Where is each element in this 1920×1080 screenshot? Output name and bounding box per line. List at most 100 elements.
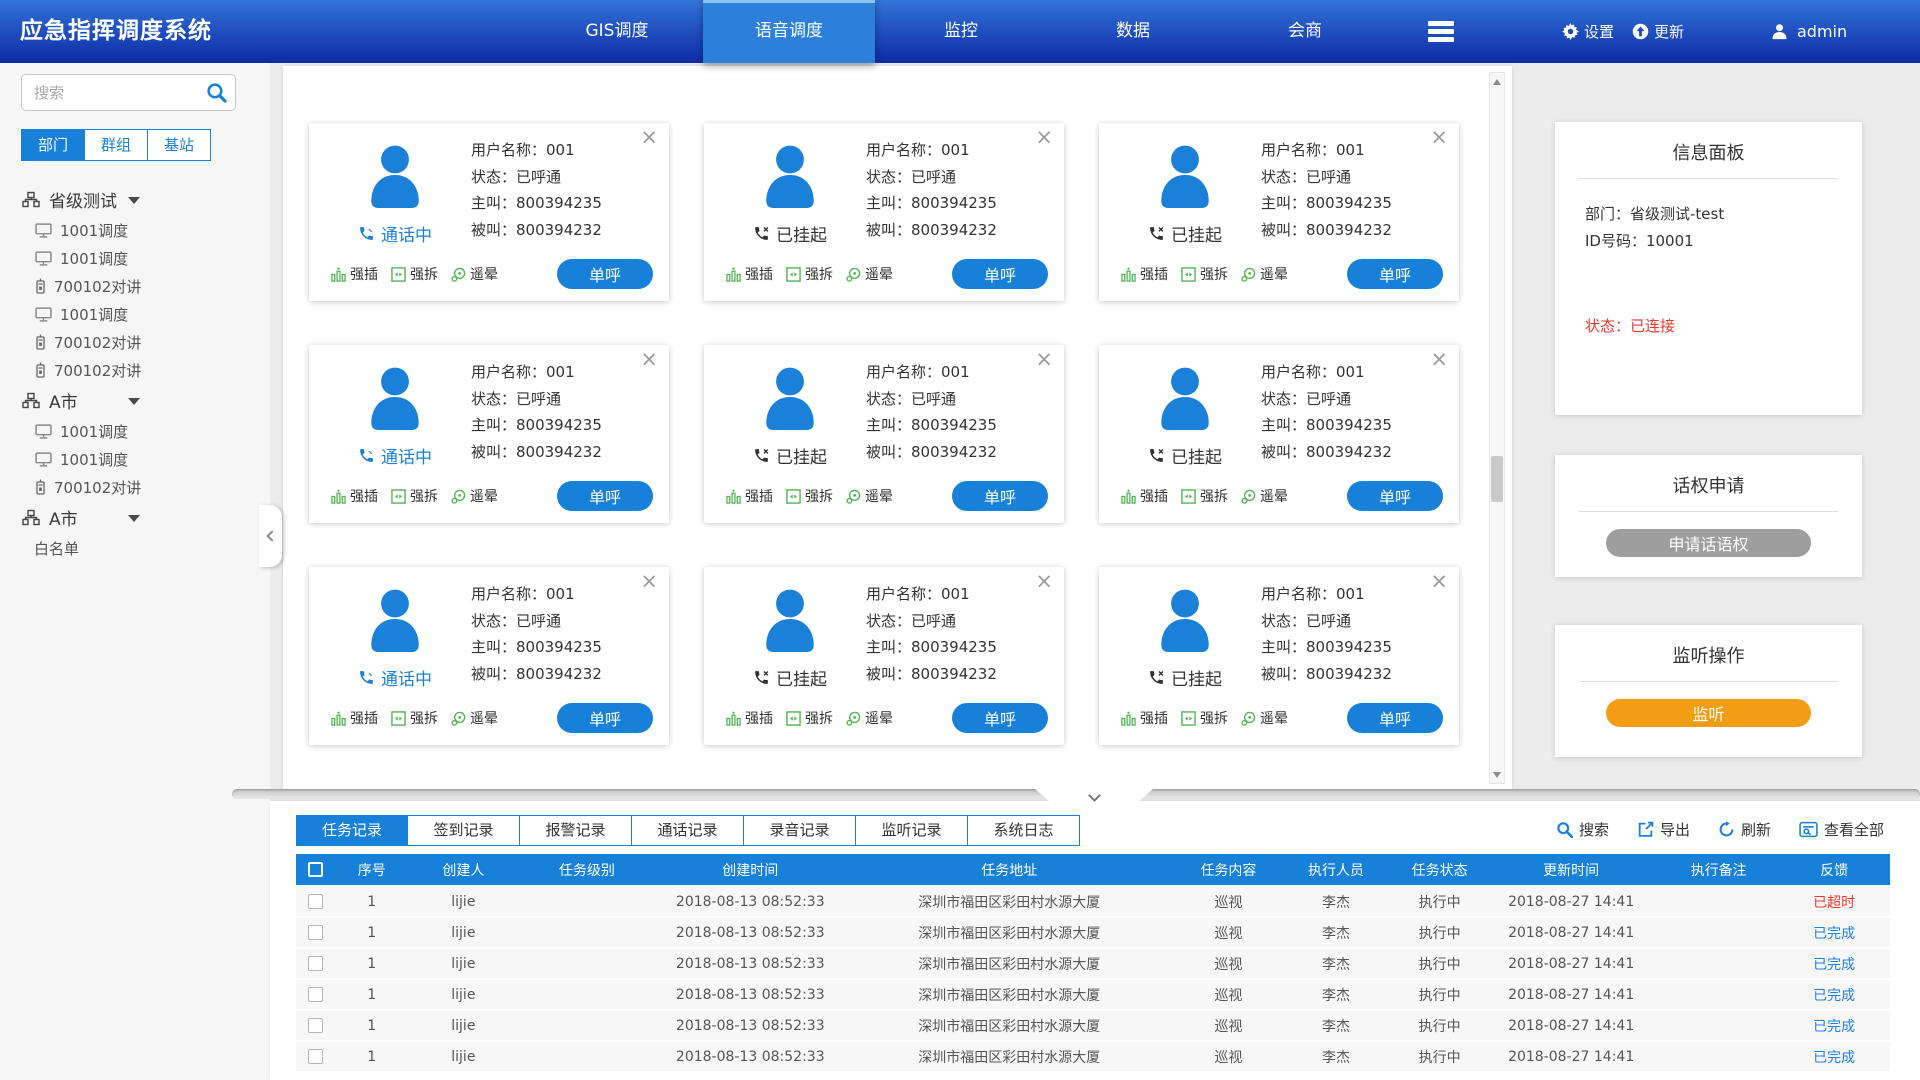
table-row[interactable]: 1 lijie 2018-08-13 08:52:33 深圳市福田区彩田村水源大… <box>296 1042 1890 1071</box>
force-release-button[interactable]: 强拆 <box>786 486 833 506</box>
force-insert-button[interactable]: 强插 <box>1121 708 1168 728</box>
tab-recording-records[interactable]: 录音记录 <box>744 815 856 846</box>
table-row[interactable]: 1 lijie 2018-08-13 08:52:33 深圳市福田区彩田村水源大… <box>296 980 1890 1009</box>
force-release-button[interactable]: 强拆 <box>1181 708 1228 728</box>
chevron-down-icon[interactable] <box>128 197 140 204</box>
nav-item-voice-dispatch[interactable]: 语音调度 <box>703 0 875 63</box>
row-checkbox[interactable] <box>308 1049 323 1064</box>
tree-item-dispatch[interactable]: 1001调度 <box>0 216 270 244</box>
vertical-scrollbar[interactable] <box>1489 72 1505 784</box>
remote-stun-button[interactable]: 遥晕 <box>1241 486 1288 506</box>
view-all-button[interactable]: 查看全部 <box>1799 819 1884 840</box>
tree-group-city-a[interactable]: A市 <box>0 384 270 417</box>
close-icon[interactable]: × <box>640 571 658 592</box>
remote-stun-button[interactable]: 遥晕 <box>451 708 498 728</box>
request-talk-right-button[interactable]: 申请话语权 <box>1606 529 1811 557</box>
tab-alarm-records[interactable]: 报警记录 <box>520 815 632 846</box>
remote-stun-button[interactable]: 遥晕 <box>846 486 893 506</box>
force-release-button[interactable]: 强拆 <box>786 264 833 284</box>
remote-stun-button[interactable]: 遥晕 <box>846 708 893 728</box>
single-call-button[interactable]: 单呼 <box>1347 259 1443 289</box>
tree-item-dispatch[interactable]: 1001调度 <box>0 445 270 473</box>
force-insert-button[interactable]: 强插 <box>331 708 378 728</box>
search-input[interactable] <box>21 74 236 111</box>
remote-stun-button[interactable]: 遥晕 <box>1241 264 1288 284</box>
close-icon[interactable]: × <box>1035 571 1053 592</box>
tab-group[interactable]: 群组 <box>84 130 147 160</box>
single-call-button[interactable]: 单呼 <box>952 259 1048 289</box>
chevron-down-icon[interactable] <box>128 515 140 522</box>
tab-call-records[interactable]: 通话记录 <box>632 815 744 846</box>
close-icon[interactable]: × <box>1430 571 1448 592</box>
scrollbar-thumb[interactable] <box>1491 456 1503 502</box>
single-call-button[interactable]: 单呼 <box>557 703 653 733</box>
remote-stun-button[interactable]: 遥晕 <box>1241 708 1288 728</box>
close-icon[interactable]: × <box>640 349 658 370</box>
table-row[interactable]: 1 lijie 2018-08-13 08:52:33 深圳市福田区彩田村水源大… <box>296 887 1890 916</box>
tab-checkin-records[interactable]: 签到记录 <box>408 815 520 846</box>
tree-group-city-a2[interactable]: A市 <box>0 501 270 534</box>
menu-icon[interactable] <box>1428 21 1454 42</box>
force-insert-button[interactable]: 强插 <box>331 486 378 506</box>
nav-item-gis[interactable]: GIS调度 <box>531 0 703 63</box>
update-button[interactable]: 更新 <box>1632 0 1684 63</box>
tab-monitor-records[interactable]: 监听记录 <box>856 815 968 846</box>
force-insert-button[interactable]: 强插 <box>726 264 773 284</box>
close-icon[interactable]: × <box>1430 127 1448 148</box>
select-all-checkbox[interactable] <box>308 862 323 877</box>
nav-item-data[interactable]: 数据 <box>1047 0 1219 63</box>
chevron-down-icon[interactable] <box>128 398 140 405</box>
force-insert-button[interactable]: 强插 <box>726 486 773 506</box>
scroll-up-button[interactable] <box>1490 74 1504 89</box>
force-release-button[interactable]: 强拆 <box>391 486 438 506</box>
row-checkbox[interactable] <box>308 987 323 1002</box>
tree-group-provincial[interactable]: 省级测试 <box>0 183 270 216</box>
force-insert-button[interactable]: 强插 <box>1121 486 1168 506</box>
force-release-button[interactable]: 强拆 <box>391 264 438 284</box>
force-release-button[interactable]: 强拆 <box>786 708 833 728</box>
table-row[interactable]: 1 lijie 2018-08-13 08:52:33 深圳市福田区彩田村水源大… <box>296 1011 1890 1040</box>
close-icon[interactable]: × <box>1035 349 1053 370</box>
tree-item-whitelist[interactable]: 白名单 <box>0 534 270 562</box>
close-icon[interactable]: × <box>1035 127 1053 148</box>
tab-task-records[interactable]: 任务记录 <box>296 815 408 846</box>
tree-item-dispatch[interactable]: 1001调度 <box>0 300 270 328</box>
force-insert-button[interactable]: 强插 <box>1121 264 1168 284</box>
settings-button[interactable]: 设置 <box>1562 0 1614 63</box>
tab-base-station[interactable]: 基站 <box>147 130 210 160</box>
single-call-button[interactable]: 单呼 <box>557 259 653 289</box>
search-records-button[interactable]: 搜索 <box>1556 819 1609 840</box>
force-insert-button[interactable]: 强插 <box>726 708 773 728</box>
tree-item-radio[interactable]: 700102对讲 <box>0 473 270 501</box>
tree-item-dispatch[interactable]: 1001调度 <box>0 244 270 272</box>
remote-stun-button[interactable]: 遥晕 <box>846 264 893 284</box>
sidebar-collapse-handle[interactable] <box>259 505 282 567</box>
single-call-button[interactable]: 单呼 <box>1347 481 1443 511</box>
table-row[interactable]: 1 lijie 2018-08-13 08:52:33 深圳市福田区彩田村水源大… <box>296 918 1890 947</box>
export-button[interactable]: 导出 <box>1637 819 1690 840</box>
row-checkbox[interactable] <box>308 894 323 909</box>
force-release-button[interactable]: 强拆 <box>391 708 438 728</box>
tab-system-log[interactable]: 系统日志 <box>968 815 1080 846</box>
search-icon[interactable] <box>206 82 227 103</box>
force-release-button[interactable]: 强拆 <box>1181 486 1228 506</box>
row-checkbox[interactable] <box>308 956 323 971</box>
single-call-button[interactable]: 单呼 <box>952 703 1048 733</box>
tree-item-radio[interactable]: 700102对讲 <box>0 272 270 300</box>
nav-item-conference[interactable]: 会商 <box>1219 0 1391 63</box>
scroll-down-button[interactable] <box>1490 767 1504 782</box>
refresh-button[interactable]: 刷新 <box>1718 819 1771 840</box>
remote-stun-button[interactable]: 遥晕 <box>451 486 498 506</box>
tree-item-dispatch[interactable]: 1001调度 <box>0 417 270 445</box>
table-row[interactable]: 1 lijie 2018-08-13 08:52:33 深圳市福田区彩田村水源大… <box>296 949 1890 978</box>
force-insert-button[interactable]: 强插 <box>331 264 378 284</box>
row-checkbox[interactable] <box>308 925 323 940</box>
force-release-button[interactable]: 强拆 <box>1181 264 1228 284</box>
nav-item-monitor[interactable]: 监控 <box>875 0 1047 63</box>
tree-item-radio[interactable]: 700102对讲 <box>0 328 270 356</box>
tree-item-radio[interactable]: 700102对讲 <box>0 356 270 384</box>
single-call-button[interactable]: 单呼 <box>1347 703 1443 733</box>
monitor-button[interactable]: 监听 <box>1606 699 1811 727</box>
tab-department[interactable]: 部门 <box>22 130 84 160</box>
single-call-button[interactable]: 单呼 <box>952 481 1048 511</box>
